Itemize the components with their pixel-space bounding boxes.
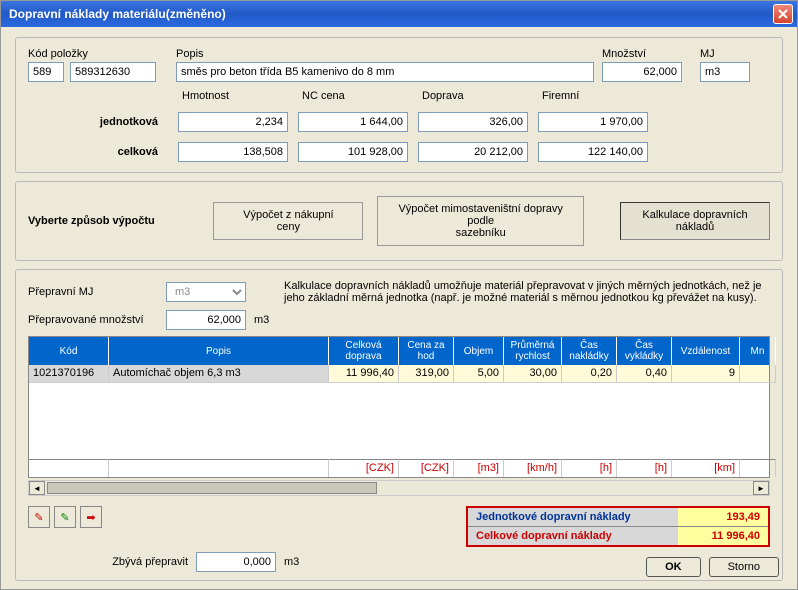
kod-label: Kód položky: [28, 48, 168, 60]
foot-km: [km]: [672, 459, 740, 477]
foot-kmh: [km/h]: [504, 459, 562, 477]
edit-row-button[interactable]: ✎: [54, 506, 76, 528]
add-icon: ✎: [34, 511, 43, 524]
cell-vykladky[interactable]: 0,40: [617, 365, 672, 383]
j-firemni[interactable]: [538, 112, 648, 132]
j-doprava[interactable]: [418, 112, 528, 132]
cell-celkova[interactable]: 11 996,40: [329, 365, 399, 383]
cell-objem[interactable]: 5,00: [454, 365, 504, 383]
mode-label: Vyberte způsob výpočtu: [28, 215, 187, 227]
col-vykladky[interactable]: Čas vykládky: [617, 337, 672, 365]
sum1-label: Jednotkové dopravní náklady: [468, 508, 678, 527]
c-doprava[interactable]: [418, 142, 528, 162]
c-nc[interactable]: [298, 142, 408, 162]
cell-rychlost[interactable]: 30,00: [504, 365, 562, 383]
cell-kod[interactable]: 1021370196: [29, 365, 109, 383]
col-celkova[interactable]: Celková doprava: [329, 337, 399, 365]
mj-input[interactable]: [700, 62, 750, 82]
col-popis[interactable]: Popis: [109, 337, 329, 365]
popis-input[interactable]: [176, 62, 594, 82]
close-button[interactable]: [773, 4, 793, 24]
doprava-header: Doprava: [418, 90, 528, 102]
titlebar: Dopravní náklady materiálu(změněno): [1, 1, 797, 27]
sum2-label: Celkové dopravní náklady: [468, 527, 678, 545]
col-cena[interactable]: Cena za hod: [399, 337, 454, 365]
sum2-value: 11 996,40: [678, 527, 768, 545]
scroll-left-icon[interactable]: ◄: [29, 481, 45, 495]
col-vzdalenost[interactable]: Vzdálenost: [672, 337, 740, 365]
cell-vzdalenost[interactable]: 9: [672, 365, 740, 383]
foot-czk1: [CZK]: [329, 459, 399, 477]
prepravni-mj-select[interactable]: m3: [166, 282, 246, 302]
foot-h1: [h]: [562, 459, 617, 477]
cell-mn[interactable]: [740, 365, 776, 383]
cell-popis[interactable]: Automíchač objem 6,3 m3: [109, 365, 329, 383]
window-title: Dopravní náklady materiálu(změněno): [9, 7, 226, 21]
prepravni-mj-label: Přepravní MJ: [28, 286, 158, 298]
zbyva-input[interactable]: [196, 552, 276, 572]
col-nakladky[interactable]: Čas nakládky: [562, 337, 617, 365]
cell-cena[interactable]: 319,00: [399, 365, 454, 383]
add-row-button[interactable]: ✎: [28, 506, 50, 528]
foot-m3: [m3]: [454, 459, 504, 477]
nc-header: NC cena: [298, 90, 408, 102]
cell-nakladky[interactable]: 0,20: [562, 365, 617, 383]
c-firemni[interactable]: [538, 142, 648, 162]
h-scrollbar[interactable]: ◄ ►: [28, 480, 770, 496]
scroll-right-icon[interactable]: ►: [753, 481, 769, 495]
mj-label: MJ: [700, 48, 770, 60]
foot-h2: [h]: [617, 459, 672, 477]
foot-czk2: [CZK]: [399, 459, 454, 477]
delete-row-button[interactable]: ➡: [80, 506, 102, 528]
hmotnost-header: Hmotnost: [178, 90, 288, 102]
scroll-thumb[interactable]: [47, 482, 377, 494]
item-panel: Kód položky Popis Množství MJ: [15, 37, 783, 173]
calc-panel: Přepravní MJ m3 Kalkulace dopravních nák…: [15, 269, 783, 581]
mode-btn-kalkulace[interactable]: Kalkulace dopravních nákladů: [620, 202, 770, 240]
cancel-button[interactable]: Storno: [709, 557, 779, 577]
col-mn[interactable]: Mn: [740, 337, 776, 365]
prepravovane-input[interactable]: [166, 310, 246, 330]
jednotkova-label: jednotková: [28, 116, 168, 128]
col-kod[interactable]: Kód: [29, 337, 109, 365]
celkova-label: celková: [28, 146, 168, 158]
grid-footer: [CZK] [CZK] [m3] [km/h] [h] [h] [km]: [29, 459, 769, 477]
mnozstvi-input[interactable]: [602, 62, 682, 82]
edit-icon: ✎: [60, 511, 69, 524]
prepravovane-label: Přepravované množství: [28, 314, 158, 326]
mode-btn-sazebnik[interactable]: Výpočet mimostaveništní dopravy podle sa…: [377, 196, 584, 246]
firemni-header: Firemní: [538, 90, 648, 102]
mnozstvi-label: Množství: [602, 48, 692, 60]
c-hmotnost[interactable]: [178, 142, 288, 162]
arrow-icon: ➡: [86, 511, 95, 524]
kod2-input[interactable]: [70, 62, 156, 82]
transport-grid: Kód Popis Celková doprava Cena za hod Ob…: [28, 336, 770, 478]
hint-text: Kalkulace dopravních nákladů umožňuje ma…: [284, 280, 770, 304]
close-icon: [778, 9, 788, 19]
zbyva-label: Zbývá přepravit: [28, 556, 188, 568]
mode-panel: Vyberte způsob výpočtu Výpočet z nákupní…: [15, 181, 783, 261]
col-rychlost[interactable]: Průměrná rychlost: [504, 337, 562, 365]
j-hmotnost[interactable]: [178, 112, 288, 132]
col-objem[interactable]: Objem: [454, 337, 504, 365]
prepravovane-unit: m3: [254, 314, 269, 326]
summary-box: Jednotkové dopravní náklady 193,49 Celko…: [466, 506, 770, 547]
kod1-input[interactable]: [28, 62, 64, 82]
table-row[interactable]: 1021370196 Automíchač objem 6,3 m3 11 99…: [29, 365, 769, 383]
mode-btn-nakupni[interactable]: Výpočet z nákupní ceny: [213, 202, 363, 240]
j-nc[interactable]: [298, 112, 408, 132]
ok-button[interactable]: OK: [646, 557, 701, 577]
popis-label: Popis: [176, 48, 594, 60]
zbyva-unit: m3: [284, 556, 299, 568]
sum1-value: 193,49: [678, 508, 768, 527]
grid-header: Kód Popis Celková doprava Cena za hod Ob…: [29, 337, 769, 365]
grid-body-empty: [29, 383, 769, 459]
